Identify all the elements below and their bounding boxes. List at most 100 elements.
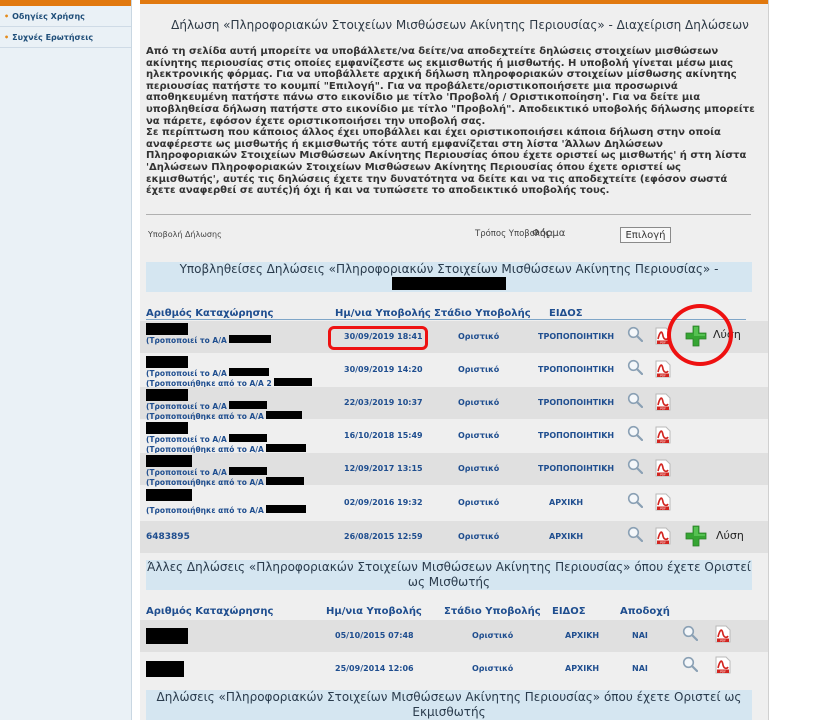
view-icon[interactable] bbox=[627, 326, 643, 342]
submit-declaration-label: Υποβολή Δήλωσης bbox=[148, 230, 222, 239]
section-landlord-header: Δηλώσεις «Πληροφοριακών Στοιχείων Μισθώσ… bbox=[146, 690, 752, 720]
redacted-block bbox=[146, 323, 188, 335]
table-row: (Τροποποιήθηκε από το Α/Α 02/09/2016 19:… bbox=[140, 487, 768, 519]
col-header-id: Αριθμός Καταχώρησης bbox=[146, 606, 274, 617]
view-icon[interactable] bbox=[627, 458, 643, 474]
row-stage: Οριστικό bbox=[458, 398, 500, 407]
redacted-block bbox=[229, 401, 268, 409]
view-icon[interactable] bbox=[682, 656, 698, 672]
redacted-block bbox=[229, 368, 270, 376]
pdf-icon[interactable] bbox=[655, 393, 671, 411]
table-row: (Τροποποιεί το Α/Α (Τροποποιήθηκε από το… bbox=[140, 420, 768, 454]
amends-text: (Τροποποιεί το Α/Α bbox=[146, 468, 227, 477]
amended-by-text: (Τροποποιήθηκε από το Α/Α bbox=[146, 506, 264, 515]
redacted-block bbox=[146, 489, 192, 501]
amends-text: (Τροποποιεί το Α/Α bbox=[146, 435, 227, 444]
col-header-kind: ΕΙΔΟΣ bbox=[549, 308, 583, 319]
section-tenant-header: Άλλες Δηλώσεις «Πληροφοριακών Στοιχείων … bbox=[146, 560, 752, 590]
amends-link[interactable]: (Τροποποιεί το Α/Α bbox=[146, 368, 312, 378]
row-stage: Οριστικό bbox=[458, 431, 500, 440]
col-header-date: Ημ/νια Υποβολής bbox=[335, 308, 431, 319]
gutter bbox=[132, 0, 140, 720]
pdf-icon[interactable] bbox=[655, 527, 671, 545]
view-icon[interactable] bbox=[627, 392, 643, 408]
col-header-date: Ημ/νια Υποβολής bbox=[326, 606, 422, 617]
redacted-block bbox=[229, 434, 268, 442]
redacted-block bbox=[229, 335, 272, 343]
col-header-stage: Στάδιο Υποβολής bbox=[444, 606, 541, 617]
pdf-icon[interactable] bbox=[655, 459, 671, 477]
pdf-icon[interactable] bbox=[715, 656, 731, 674]
col-header-accept: Αποδοχή bbox=[620, 606, 670, 617]
sidebar-item-faq[interactable]: • Συχνές Ερωτήσεις bbox=[0, 27, 131, 48]
redacted-block bbox=[274, 378, 313, 386]
row-id-cell bbox=[146, 655, 184, 677]
row-id-cell: (Τροποποιεί το Α/Α (Τροποποιήθηκε από το… bbox=[146, 356, 313, 388]
registration-id-link[interactable]: 6483895 bbox=[146, 532, 190, 542]
bullet-icon: • bbox=[4, 33, 10, 42]
pdf-icon[interactable] bbox=[715, 625, 731, 643]
highlight-rectangle bbox=[328, 326, 428, 350]
row-stage: Οριστικό bbox=[458, 532, 500, 541]
row-date: 22/03/2019 10:37 bbox=[344, 398, 423, 407]
amends-link[interactable]: (Τροποποιεί το Α/Α bbox=[146, 467, 304, 477]
redacted-block bbox=[266, 477, 305, 485]
row-kind: ΑΡΧΙΚΗ bbox=[565, 664, 600, 673]
redacted-block bbox=[146, 455, 192, 467]
view-icon[interactable] bbox=[627, 526, 643, 542]
table-row: (Τροποποιεί το Α/Α (Τροποποιήθηκε από το… bbox=[140, 453, 768, 487]
select-button[interactable]: Επιλογή bbox=[620, 227, 671, 243]
amends-link[interactable]: (Τροποποιεί το Α/Α bbox=[146, 335, 272, 345]
pdf-icon[interactable] bbox=[655, 493, 671, 511]
pdf-icon[interactable] bbox=[655, 426, 671, 444]
redacted-block bbox=[146, 661, 184, 677]
table-row: (Τροποποιεί το Α/Α (Τροποποιήθηκε από το… bbox=[140, 354, 768, 388]
intro-paragraph-1: Από τη σελίδα αυτή μπορείτε να υποβάλλετ… bbox=[146, 46, 755, 127]
sidebar-item-label: Συχνές Ερωτήσεις bbox=[12, 33, 94, 42]
row-date: 26/08/2015 12:59 bbox=[344, 532, 423, 541]
intro-text: Από τη σελίδα αυτή μπορείτε να υποβάλλετ… bbox=[146, 46, 756, 197]
redacted-block bbox=[266, 411, 303, 419]
row-stage: Οριστικό bbox=[458, 365, 500, 374]
row-stage: Οριστικό bbox=[472, 664, 514, 673]
table-row: 25/09/2014 12:06 Οριστικό ΑΡΧΙΚΗ ΝΑΙ bbox=[140, 653, 768, 685]
amends-text: (Τροποποιεί το Α/Α bbox=[146, 336, 227, 345]
row-kind: ΑΡΧΙΚΗ bbox=[565, 631, 600, 640]
view-icon[interactable] bbox=[682, 625, 698, 641]
amended-by-link[interactable]: (Τροποποιήθηκε από το Α/Α bbox=[146, 477, 305, 487]
section-submitted-header: Υποβληθείσες Δηλώσεις «Πληροφοριακών Στο… bbox=[146, 262, 752, 292]
row-date: 12/09/2017 13:15 bbox=[344, 464, 423, 473]
sidebar-item-usage-guide[interactable]: • Οδηγίες Χρήσης bbox=[0, 6, 131, 27]
view-icon[interactable] bbox=[627, 359, 643, 375]
redacted-block bbox=[266, 505, 307, 513]
view-icon[interactable] bbox=[627, 425, 643, 441]
row-kind: ΑΡΧΙΚΗ bbox=[549, 532, 584, 541]
amends-link[interactable]: (Τροποποιεί το Α/Α bbox=[146, 434, 306, 444]
row-date: 16/10/2018 15:49 bbox=[344, 431, 423, 440]
col-header-id: Αριθμός Καταχώρησης bbox=[146, 308, 274, 319]
redacted-block bbox=[146, 389, 188, 401]
amends-link[interactable]: (Τροποποιεί το Α/Α bbox=[146, 401, 302, 411]
add-icon[interactable] bbox=[685, 525, 707, 547]
amended-by-link[interactable]: (Τροποποιήθηκε από το Α/Α bbox=[146, 505, 307, 515]
row-date: 25/09/2014 12:06 bbox=[335, 664, 414, 673]
header-underline bbox=[146, 319, 746, 320]
row-date: 05/10/2015 07:48 bbox=[335, 631, 414, 640]
view-icon[interactable] bbox=[627, 492, 643, 508]
divider bbox=[146, 214, 751, 215]
row-stage: Οριστικό bbox=[458, 332, 500, 341]
intro-paragraph-2: Σε περίπτωση που κάποιος άλλος έχει υποβ… bbox=[146, 127, 747, 197]
amends-text: (Τροποποιεί το Α/Α bbox=[146, 369, 227, 378]
amended-by-text: (Τροποποιήθηκε από το Α/Α bbox=[146, 478, 264, 487]
termination-link[interactable]: Λύση bbox=[716, 529, 744, 542]
row-kind: ΑΡΧΙΚΗ bbox=[549, 498, 584, 507]
sidebar: • Οδηγίες Χρήσης • Συχνές Ερωτήσεις bbox=[0, 0, 132, 720]
row-kind: ΤΡΟΠΟΠΟΙΗΤΙΚΗ bbox=[538, 431, 615, 440]
redacted-block bbox=[229, 467, 268, 475]
table-row: 6483895 26/08/2015 12:59 Οριστικό ΑΡΧΙΚΗ… bbox=[140, 521, 768, 553]
col-header-kind: ΕΙΔΟΣ bbox=[552, 606, 586, 617]
row-id-cell: (Τροποποιεί το Α/Α (Τροποποιήθηκε από το… bbox=[146, 455, 305, 487]
row-stage: Οριστικό bbox=[458, 498, 500, 507]
pdf-icon[interactable] bbox=[655, 360, 671, 378]
row-id-cell bbox=[146, 622, 188, 644]
